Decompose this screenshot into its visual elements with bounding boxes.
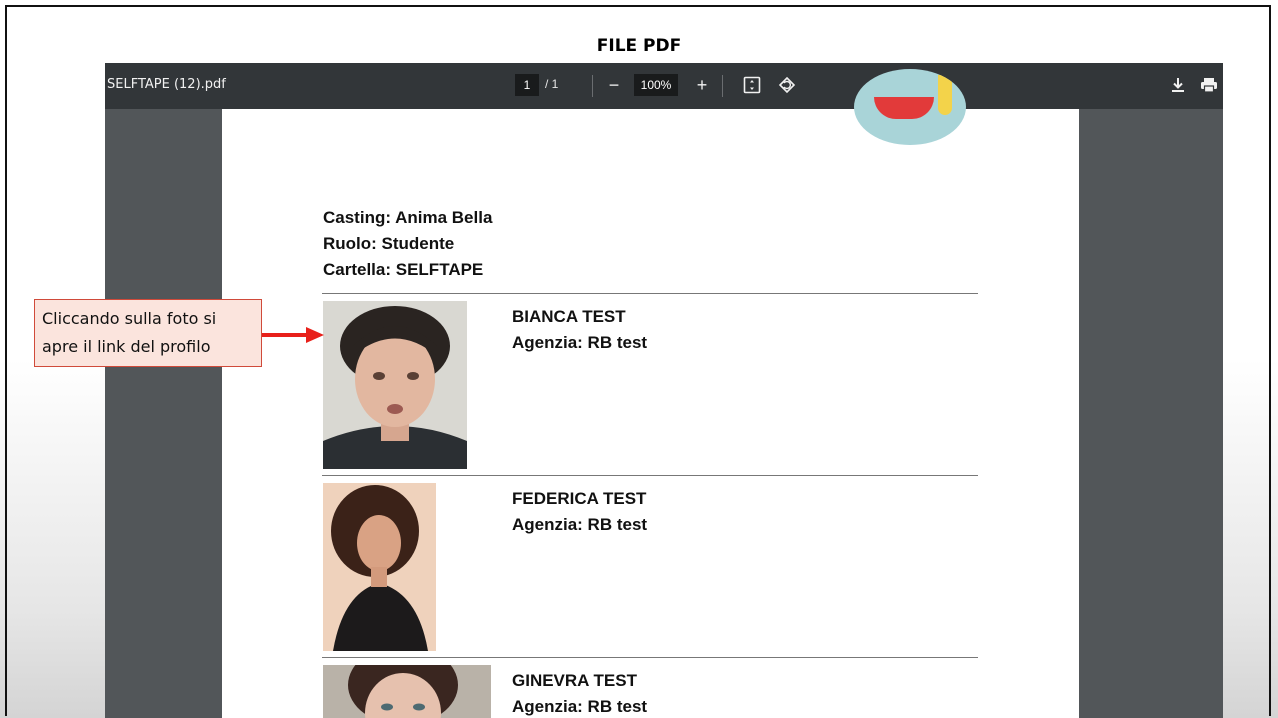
profile-photo-link[interactable] [323,483,436,651]
portrait-image [323,665,491,718]
page-number-input[interactable]: 1 [515,74,539,96]
fit-page-icon [743,76,761,94]
agency-logo [854,69,966,145]
annotation-callout: Cliccando sulla foto si apre il link del… [34,299,262,367]
folder-label: Cartella: SELFTAPE [323,260,484,279]
casting-label: Casting: Anima Bella [323,208,493,227]
profile-name: GINEVRA TEST [512,671,637,690]
arrow-right-icon [262,327,324,343]
separator [322,657,978,658]
file-name: SELFTAPE (12).pdf [107,77,226,92]
slide-title: FILE PDF [596,36,682,56]
profile-agency: Agenzia: RB test [512,515,648,534]
plus-icon: + [696,74,708,95]
callout-line: Cliccando sulla foto si [42,309,217,328]
print-button[interactable] [1195,71,1223,99]
role-label: Ruolo: Studente [323,234,455,253]
print-icon [1201,78,1217,93]
pdf-toolbar: SELFTAPE (12).pdf 1 / 1 − 100% + [105,63,1223,109]
profile-agency: Agenzia: RB test [512,697,648,716]
fit-page-button[interactable] [738,71,766,99]
profile-name: FEDERICA TEST [512,489,647,508]
zoom-level-input[interactable]: 100% [634,74,678,96]
callout-line: apre il link del profilo [42,337,211,356]
minus-icon: − [608,74,620,95]
rotate-icon [778,76,796,94]
portrait-image [323,301,467,469]
portrait-image [323,483,436,651]
pdf-viewer: SELFTAPE (12).pdf 1 / 1 − 100% + Casting… [105,63,1223,718]
profile-name: BIANCA TEST [512,307,626,326]
toolbar-divider [722,75,723,97]
pdf-page: Casting: Anima Bella Ruolo: Studente Car… [222,69,1079,718]
toolbar-divider [592,75,593,97]
profile-photo-link[interactable] [323,301,467,469]
rotate-button[interactable] [773,71,801,99]
zoom-in-button[interactable]: + [688,71,716,99]
download-icon [1172,78,1184,92]
separator [322,475,978,476]
zoom-out-button[interactable]: − [600,71,628,99]
profile-agency: Agenzia: RB test [512,333,648,352]
separator [322,293,978,294]
profile-photo-link[interactable] [323,665,491,718]
download-button[interactable] [1164,71,1192,99]
page-count: / 1 [545,77,559,91]
